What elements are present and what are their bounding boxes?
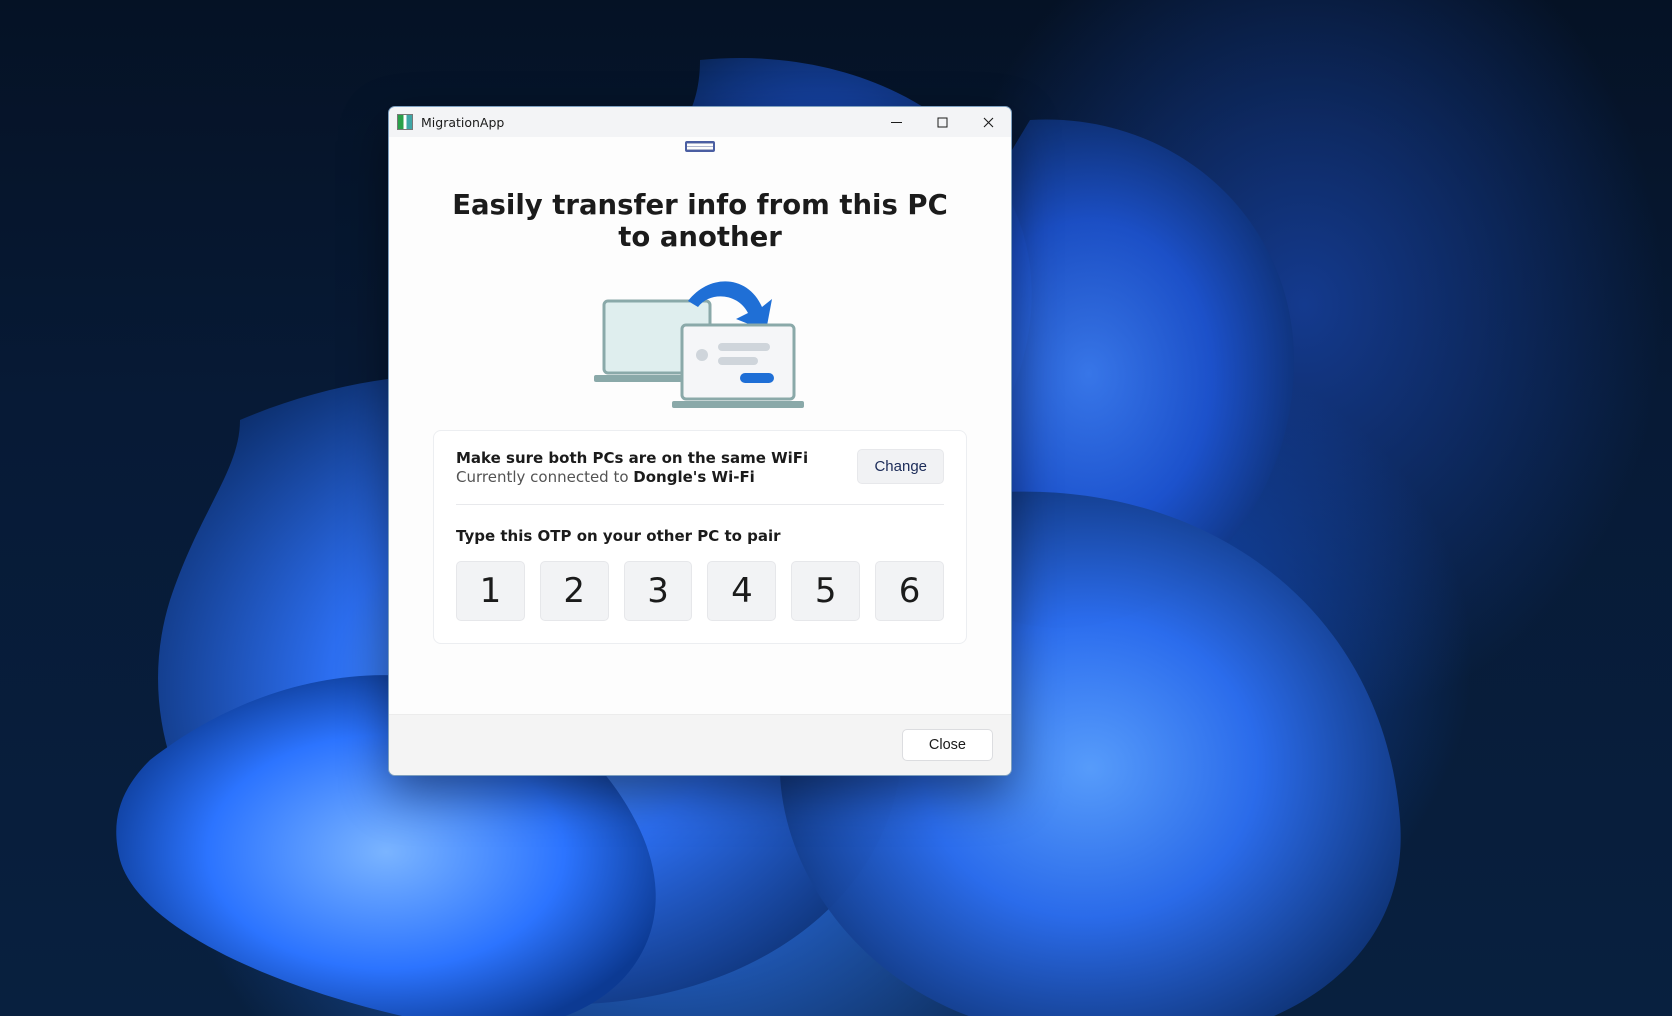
- wifi-status: Currently connected to Dongle's Wi-Fi: [456, 468, 808, 486]
- otp-digit-2: 2: [540, 561, 609, 621]
- minimize-icon: [891, 117, 902, 128]
- pairing-card: Make sure both PCs are on the same WiFi …: [433, 430, 967, 644]
- titlebar[interactable]: MigrationApp: [389, 107, 1011, 137]
- card-divider: [456, 504, 944, 505]
- transfer-illustration-icon: [590, 277, 810, 412]
- otp-digit-5: 5: [791, 561, 860, 621]
- otp-heading: Type this OTP on your other PC to pair: [456, 527, 944, 545]
- migration-app-window: MigrationApp Easily transfer info from t…: [388, 106, 1012, 776]
- otp-digit-3: 3: [624, 561, 693, 621]
- app-icon: [397, 114, 413, 130]
- otp-digit-6: 6: [875, 561, 944, 621]
- window-close-button[interactable]: [965, 107, 1011, 137]
- window-title: MigrationApp: [421, 115, 504, 130]
- wifi-heading: Make sure both PCs are on the same WiFi: [456, 449, 808, 467]
- otp-digit-1: 1: [456, 561, 525, 621]
- minimize-button[interactable]: [873, 107, 919, 137]
- hero-illustration: [437, 277, 963, 412]
- change-wifi-button[interactable]: Change: [857, 449, 944, 484]
- close-button[interactable]: Close: [902, 729, 993, 761]
- footer: Close: [389, 714, 1011, 775]
- wifi-network-name: Dongle's Wi-Fi: [633, 468, 755, 486]
- close-icon: [983, 117, 994, 128]
- maximize-icon: [937, 117, 948, 128]
- drag-indicator: [685, 141, 715, 152]
- wifi-status-prefix: Currently connected to: [456, 468, 633, 486]
- desktop-background: MigrationApp Easily transfer info from t…: [0, 0, 1672, 1016]
- page-title: Easily transfer info from this PC to ano…: [437, 189, 963, 253]
- otp-digit-4: 4: [707, 561, 776, 621]
- maximize-button[interactable]: [919, 107, 965, 137]
- otp-row: 1 2 3 4 5 6: [456, 561, 944, 621]
